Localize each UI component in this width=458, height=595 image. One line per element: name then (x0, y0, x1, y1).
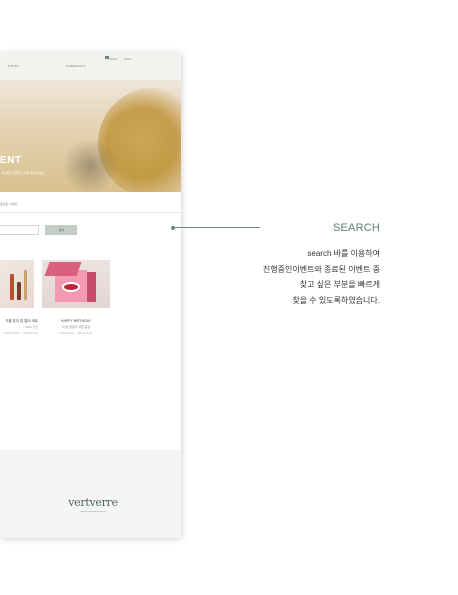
event-title[interactable]: HAPPY BIRTHDAY (42, 319, 110, 323)
top-navigation: STORY COMMUNITY LOGIN JOIN (0, 52, 181, 80)
website-mockup: STORY COMMUNITY LOGIN JOIN ENT 에 대한 다양한 … (0, 52, 181, 538)
event-date: 2019.10.01 ~ 2019.10.31 (4, 331, 38, 335)
event-image-lipstick[interactable] (0, 260, 34, 308)
pointer-line (174, 227, 260, 228)
brand-logo[interactable]: vertverre (0, 496, 181, 509)
annotation-line: search 바를 이용하여 (307, 249, 380, 258)
hero-shadow (60, 140, 120, 192)
annotation-title: SEARCH (332, 222, 380, 234)
hero-title: ENT (0, 155, 22, 166)
event-subtitle: ~ 20% 할인 (23, 325, 38, 329)
annotation-line: 진행중인이벤트와 종료된 이벤트 중 (262, 265, 380, 274)
event-subtitle: 이 달 생일자 쿠폰 증정 (61, 325, 91, 329)
cart-icon[interactable] (105, 56, 109, 59)
event-title[interactable]: 가을 맞이 립 컬러 세트 (0, 319, 38, 324)
nav-story[interactable]: STORY (8, 64, 19, 68)
breadcrumb[interactable]: 종료된 이벤트 (0, 202, 17, 206)
divider (0, 212, 181, 213)
logo-underline (80, 511, 106, 512)
join-link[interactable]: JOIN (124, 57, 131, 61)
login-link[interactable]: LOGIN (108, 57, 117, 61)
search-input[interactable] (0, 225, 39, 235)
search-button[interactable]: 검색 (45, 225, 77, 235)
nav-community[interactable]: COMMUNITY (66, 64, 86, 68)
footer: vertverre (0, 450, 181, 538)
lips-graphic (62, 282, 80, 292)
event-date: 2019.10.01 ~ 2019.10.31 (59, 331, 93, 335)
annotation-line: 찾고 싶은 부분을 빠르게 (299, 280, 380, 289)
annotation-line: 찾을 수 있도록하였습니다. (292, 296, 380, 305)
hero-banner: ENT 에 대한 다양한 소식을 확인 하세요. (0, 80, 181, 192)
event-image-gift-box[interactable] (42, 260, 110, 308)
hero-subtitle: 에 대한 다양한 소식을 확인 하세요. (2, 171, 46, 175)
